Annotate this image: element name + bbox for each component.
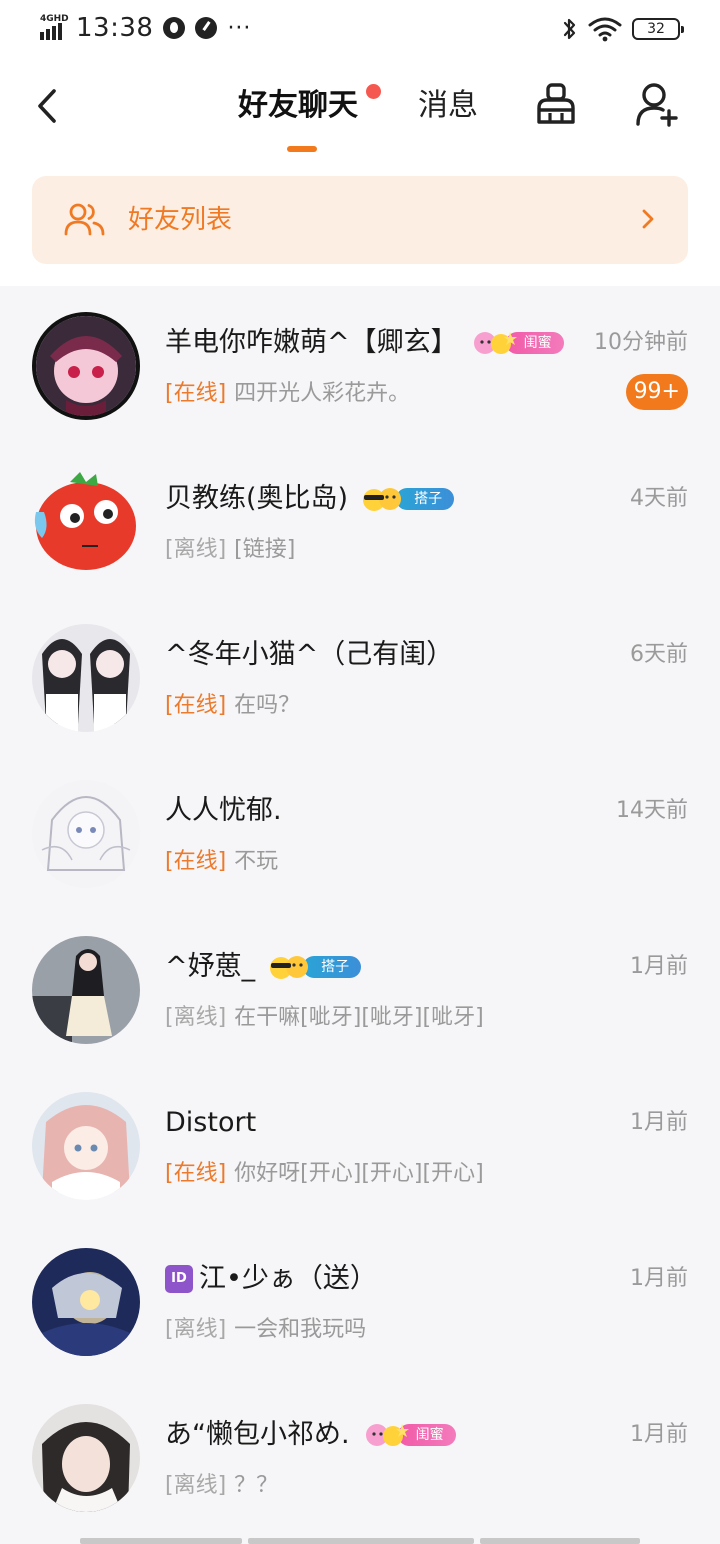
last-message-time: 1月前 bbox=[630, 954, 688, 979]
chat-row[interactable]: 羊电你咋嫩萌^【卿玄】 闺蜜 10分钟前 [在线] 四开光人彩花卉。 99+ bbox=[0, 290, 720, 446]
last-message-time: 1月前 bbox=[630, 1266, 688, 1291]
more-notifications-icon: ··· bbox=[227, 15, 252, 41]
status-bar: 4GHD 13:38 ··· 32 bbox=[0, 0, 720, 56]
chat-row[interactable]: あ“懒包小祁め. 闺蜜 1月前 [离线] ？？ bbox=[0, 1382, 720, 1538]
contact-name: 人人忧郁. bbox=[165, 795, 282, 826]
chevron-right-icon bbox=[642, 209, 654, 229]
message-preview-line: [离线] 一会和我玩吗 bbox=[165, 1314, 366, 1346]
message-preview-line: [在线] 在吗？ bbox=[165, 690, 300, 722]
relationship-badge: 闺蜜 bbox=[362, 1420, 456, 1450]
friends-icon bbox=[64, 203, 105, 236]
chat-row[interactable]: ^妤葸_ 搭子 1月前 [离线] 在干嘛[呲牙][呲牙][呲牙] bbox=[0, 914, 720, 1070]
last-message-time: 14天前 bbox=[616, 798, 688, 823]
tab-friend-chat[interactable]: 好友聊天 bbox=[238, 86, 358, 126]
id-icon: ID bbox=[165, 1265, 193, 1293]
signal-icon: 4GHD bbox=[38, 14, 72, 42]
active-tab-indicator bbox=[287, 146, 317, 152]
contact-name: 羊电你咋嫩萌^【卿玄】 bbox=[165, 327, 458, 358]
add-friend-icon[interactable] bbox=[634, 80, 680, 128]
gauge-icon bbox=[195, 17, 218, 39]
contact-name: ^冬年小猫^（己有闺） bbox=[165, 639, 454, 670]
message-preview-line: [在线] 你好呀[开心][开心][开心] bbox=[165, 1158, 484, 1190]
friend-list-banner[interactable]: 好友列表 bbox=[32, 176, 688, 264]
back-icon[interactable] bbox=[30, 86, 66, 126]
message-preview-line: [在线] 四开光人彩花卉。 bbox=[165, 378, 410, 410]
message-preview-line: [离线] 在干嘛[呲牙][呲牙][呲牙] bbox=[165, 1002, 484, 1034]
message-preview: 在干嘛[呲牙][呲牙][呲牙] bbox=[234, 1005, 484, 1030]
chat-row[interactable]: ^冬年小猫^（己有闺） 6天前 [在线] 在吗？ bbox=[0, 602, 720, 758]
flame-icon bbox=[163, 17, 186, 39]
relationship-badge: 闺蜜 bbox=[470, 328, 564, 358]
presence-status: [在线] bbox=[165, 693, 227, 718]
message-preview: 在吗？ bbox=[234, 693, 301, 718]
message-preview: 一会和我玩吗 bbox=[234, 1317, 367, 1342]
chat-row[interactable]: 人人忧郁. 14天前 [在线] 不玩 bbox=[0, 758, 720, 914]
battery-level: 32 bbox=[647, 21, 665, 37]
bottom-nav-hint bbox=[0, 1538, 720, 1544]
relationship-badge: 搭子 bbox=[267, 952, 362, 982]
presence-status: [离线] bbox=[165, 537, 227, 562]
wifi-icon bbox=[588, 17, 622, 42]
chat-row[interactable]: 贝教练(奥比岛) 搭子 4天前 [离线] [链接] bbox=[0, 446, 720, 602]
avatar[interactable] bbox=[32, 624, 140, 732]
bluetooth-icon bbox=[563, 18, 576, 40]
last-message-time: 1月前 bbox=[630, 1422, 688, 1447]
avatar[interactable] bbox=[32, 780, 140, 888]
friend-list-label: 好友列表 bbox=[128, 205, 233, 235]
message-preview-line: [离线] [链接] bbox=[165, 534, 295, 566]
contact-name: Distort bbox=[165, 1107, 257, 1138]
relationship-badge: 搭子 bbox=[360, 484, 455, 514]
chat-row[interactable]: Distort 1月前 [在线] 你好呀[开心][开心][开心] bbox=[0, 1070, 720, 1226]
avatar[interactable] bbox=[32, 1404, 140, 1512]
last-message-time: 10分钟前 bbox=[594, 330, 688, 355]
header: 好友聊天 消息 好友列表 bbox=[0, 56, 720, 286]
heart-stars-icon bbox=[473, 332, 517, 354]
chat-list: 羊电你咋嫩萌^【卿玄】 闺蜜 10分钟前 [在线] 四开光人彩花卉。 99+ 贝… bbox=[0, 290, 720, 1544]
contact-name: 江•少ぁ（送） bbox=[199, 1263, 377, 1294]
chat-row[interactable]: ID 江•少ぁ（送） 1月前 [离线] 一会和我玩吗 bbox=[0, 1226, 720, 1382]
message-preview: ？？ bbox=[234, 1473, 279, 1498]
presence-status: [在线] bbox=[165, 849, 227, 874]
last-message-time: 6天前 bbox=[630, 642, 688, 667]
contact-name-line: 人人忧郁. bbox=[165, 791, 282, 831]
contact-name-line: ^冬年小猫^（己有闺） bbox=[165, 635, 453, 675]
message-preview: 你好呀[开心][开心][开心] bbox=[234, 1161, 484, 1186]
clock: 13:38 bbox=[76, 13, 154, 43]
message-preview-line: [在线] 不玩 bbox=[165, 846, 278, 878]
battery-indicator: 32 bbox=[632, 18, 684, 40]
avatar[interactable] bbox=[32, 468, 140, 576]
contact-name-line: ID 江•少ぁ（送） bbox=[165, 1259, 377, 1299]
avatar[interactable] bbox=[32, 312, 140, 420]
contact-name-line: 羊电你咋嫩萌^【卿玄】 闺蜜 bbox=[165, 323, 564, 363]
tab-messages[interactable]: 消息 bbox=[418, 86, 478, 126]
presence-status: [在线] bbox=[165, 1161, 227, 1186]
cool-emoji-icon bbox=[363, 488, 402, 511]
unread-count-badge: 99+ bbox=[625, 374, 688, 410]
presence-status: [在线] bbox=[165, 381, 227, 406]
message-preview: 不玩 bbox=[234, 849, 279, 874]
heart-stars-icon bbox=[365, 1424, 409, 1446]
message-preview-line: [离线] ？？ bbox=[165, 1470, 278, 1502]
contact-name: あ“懒包小祁め. bbox=[165, 1419, 350, 1450]
presence-status: [离线] bbox=[165, 1473, 227, 1498]
message-preview: [链接] bbox=[234, 537, 296, 562]
last-message-time: 4天前 bbox=[630, 486, 688, 511]
presence-status: [离线] bbox=[165, 1317, 227, 1342]
contact-name-line: ^妤葸_ 搭子 bbox=[165, 947, 362, 987]
avatar[interactable] bbox=[32, 1248, 140, 1356]
presence-status: [离线] bbox=[165, 1005, 227, 1030]
avatar[interactable] bbox=[32, 1092, 140, 1200]
last-message-time: 1月前 bbox=[630, 1110, 688, 1135]
unread-dot bbox=[366, 84, 381, 99]
contact-name: ^妤葸_ bbox=[165, 951, 256, 982]
contact-name: 贝教练(奥比岛) bbox=[165, 483, 349, 514]
avatar[interactable] bbox=[32, 936, 140, 1044]
message-preview: 四开光人彩花卉。 bbox=[234, 381, 411, 406]
cool-emoji-icon bbox=[270, 956, 309, 979]
contact-name-line: あ“懒包小祁め. 闺蜜 bbox=[165, 1415, 456, 1455]
contact-name-line: 贝教练(奥比岛) 搭子 bbox=[165, 479, 455, 519]
contact-name-line: Distort bbox=[165, 1103, 256, 1143]
broom-icon[interactable] bbox=[533, 80, 579, 128]
